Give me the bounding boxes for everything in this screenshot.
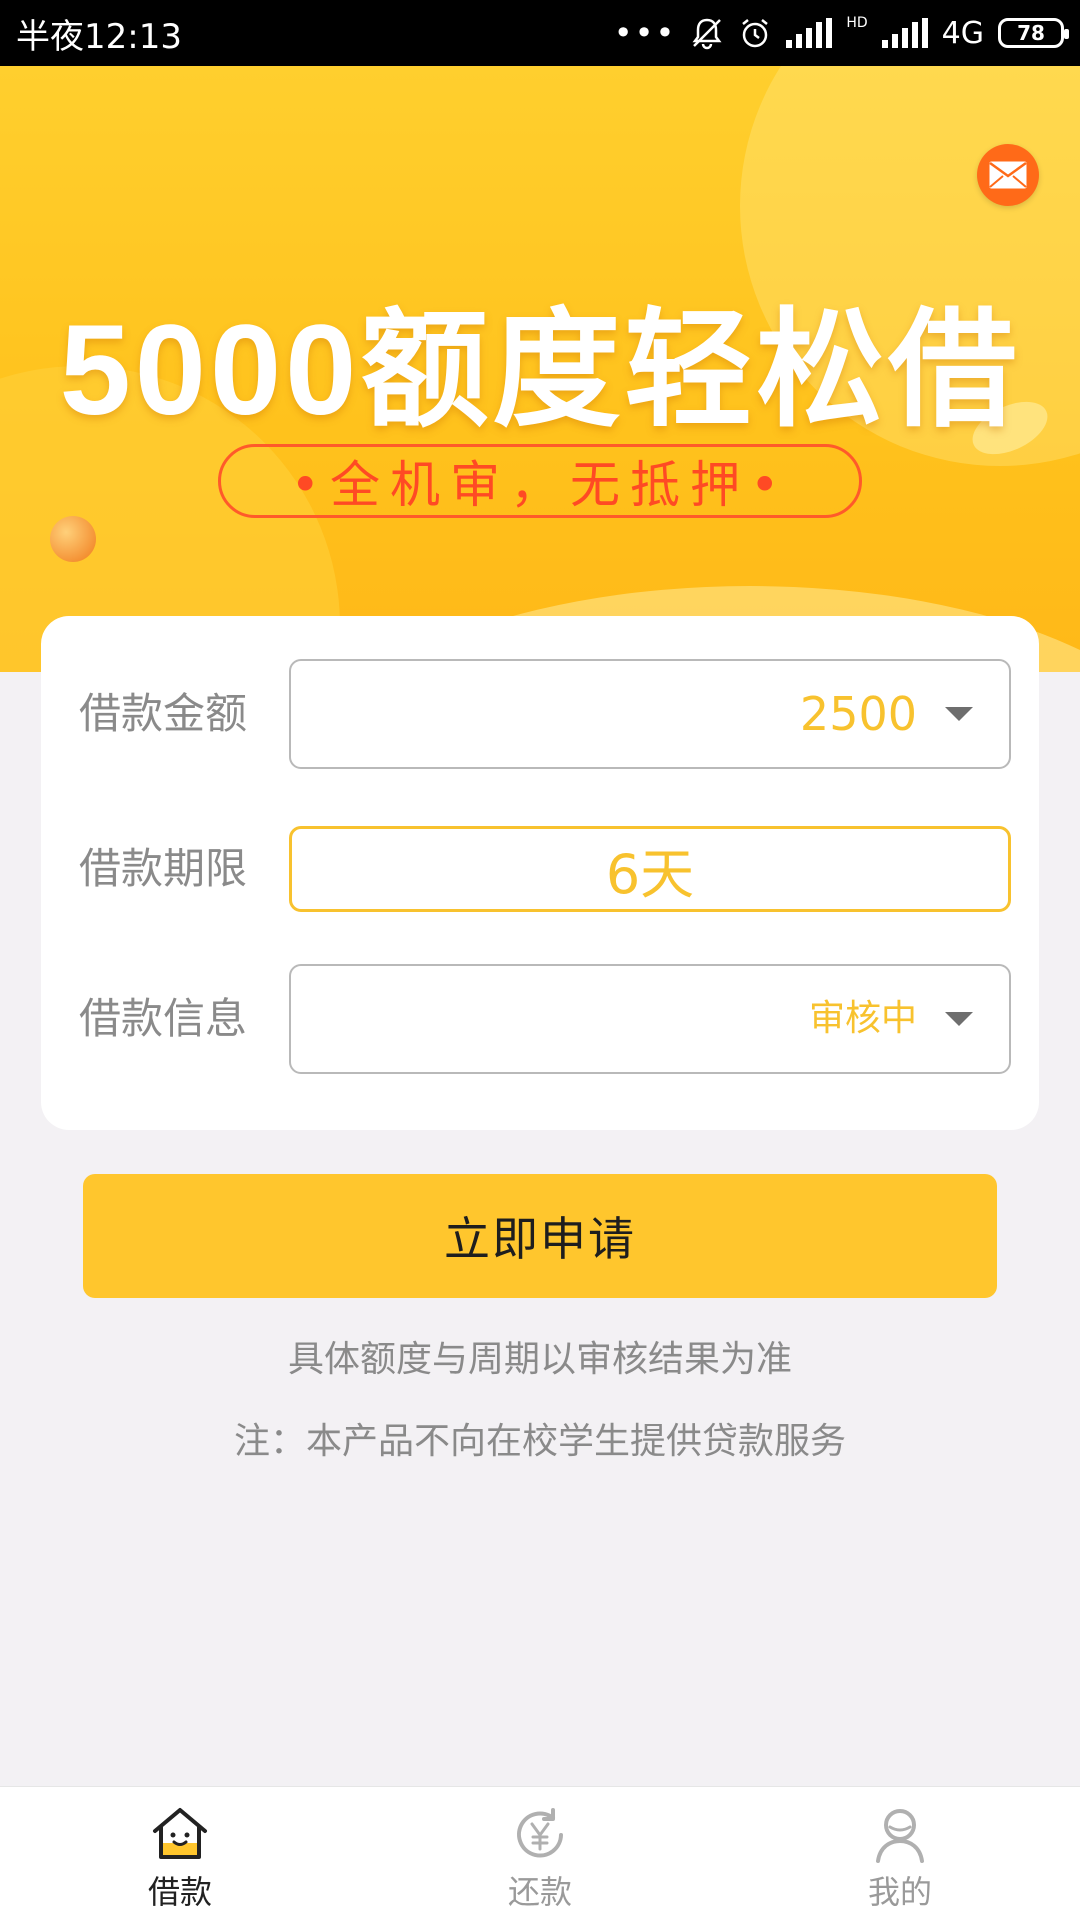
network-type: 4G: [941, 15, 984, 51]
alarm-icon: [742, 19, 769, 48]
disclaimer-note: 具体额度与周期以审核结果为准: [287, 1339, 792, 1380]
chevron-down-icon: [945, 1012, 973, 1026]
more-dots: •••: [613, 14, 677, 52]
loan-term-field[interactable]: 6天: [289, 826, 1011, 912]
loan-info-select[interactable]: 审核中: [289, 964, 1011, 1074]
nav-item-repay[interactable]: 还款: [360, 1787, 720, 1920]
student-notice: 注：本产品不向在校学生提供贷款服务: [233, 1421, 846, 1462]
loan-term-row: 借款期限 6天: [41, 826, 1039, 936]
nav-item-mine[interactable]: 我的: [720, 1787, 1080, 1920]
nav-label-borrow: 借款: [147, 1873, 212, 1911]
banner-decoration-ball: [50, 516, 96, 562]
battery-icon: 78: [998, 18, 1069, 48]
message-button[interactable]: [977, 144, 1039, 206]
loan-info-row: 借款信息 审核中: [41, 964, 1039, 1074]
banner-headline: 5000额度轻松借: [59, 299, 1021, 442]
house-smile-icon: [153, 1808, 207, 1859]
banner-tagline-text: •全机审，无抵押•: [290, 456, 790, 514]
loan-amount-label: 借款金额: [79, 689, 248, 738]
promo-banner: 5000额度轻松借 •全机审，无抵押•: [0, 66, 1080, 672]
hd-label: HD: [846, 15, 868, 31]
loan-info-label: 借款信息: [79, 994, 248, 1043]
loan-info-value: 审核中: [808, 998, 917, 1039]
status-bar: 半夜12:13 ••• HD 4G 78: [0, 0, 1080, 66]
loan-term-value: 6天: [605, 842, 695, 906]
bottom-nav: 借款 还款 我的: [0, 1786, 1080, 1920]
banner-tagline: •全机审，无抵押•: [218, 444, 862, 518]
user-icon: [876, 1809, 924, 1863]
battery-level: 78: [1017, 21, 1045, 45]
status-icons: ••• HD 4G 78: [613, 14, 1069, 52]
apply-now-button[interactable]: 立即申请: [83, 1174, 997, 1298]
loan-amount-value: 2500: [799, 687, 917, 741]
signal-icon: [786, 18, 833, 48]
yen-refresh-icon: [517, 1808, 563, 1858]
signal-icon-2: [881, 18, 928, 48]
nav-label-repay: 还款: [507, 1873, 572, 1911]
loan-amount-row: 借款金额 2500: [41, 659, 1039, 769]
nav-label-mine: 我的: [867, 1873, 932, 1911]
nav-item-borrow[interactable]: 借款: [0, 1787, 360, 1920]
loan-amount-select[interactable]: 2500: [289, 659, 1011, 769]
mail-icon: [989, 161, 1027, 189]
status-time: 半夜12:13: [16, 16, 182, 57]
bell-off-icon: [692, 18, 722, 50]
loan-term-label: 借款期限: [79, 844, 248, 893]
chevron-down-icon: [945, 707, 973, 721]
loan-form-card: 借款金额 2500 借款期限 6天 借款信息 审核中: [41, 616, 1039, 1130]
